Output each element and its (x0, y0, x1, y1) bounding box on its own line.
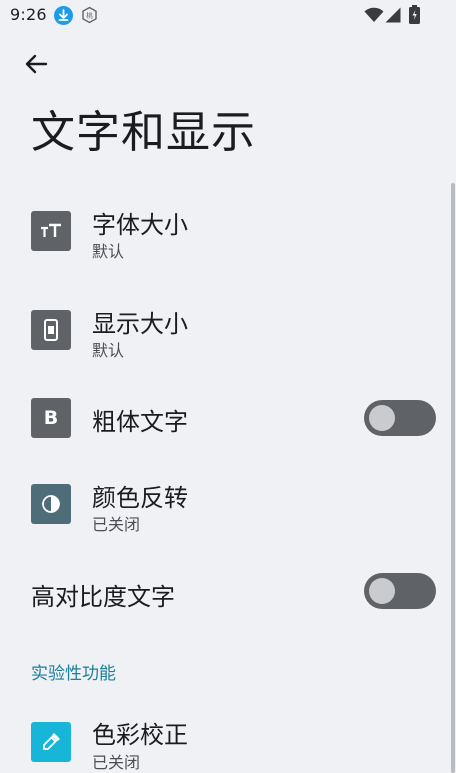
back-button[interactable] (18, 50, 54, 82)
eyedropper-icon (31, 722, 71, 762)
hexagon-badge-icon: 桃 (81, 6, 98, 24)
bold-text-icon: B (31, 398, 71, 438)
status-bar: 9:26 桃 (0, 0, 456, 32)
hexagon-badge-text: 桃 (86, 11, 93, 20)
color-correction-subtitle: 已关闭 (92, 753, 141, 772)
color-correction-title: 色彩校正 (92, 721, 188, 749)
battery-icon (409, 5, 420, 24)
color-inversion-icon (31, 484, 71, 524)
cell-signal-icon (385, 7, 401, 23)
download-icon (54, 6, 73, 25)
scrollbar[interactable] (451, 183, 455, 773)
font-size-subtitle: 默认 (92, 242, 125, 261)
font-size-item[interactable]: 字体大小 默认 (0, 190, 451, 280)
toggle-knob (369, 405, 395, 431)
display-size-item[interactable]: 显示大小 默认 (0, 290, 451, 380)
toggle-knob (369, 578, 395, 604)
font-size-title: 字体大小 (92, 211, 188, 239)
bold-text-toggle[interactable] (364, 400, 436, 436)
status-time: 9:26 (10, 5, 47, 24)
bold-text-item[interactable]: B 粗体文字 (0, 388, 451, 448)
experimental-section-header: 实验性功能 (31, 664, 116, 684)
display-size-icon (31, 310, 71, 350)
page-title: 文字和显示 (31, 107, 256, 158)
high-contrast-text-toggle[interactable] (364, 573, 436, 609)
wifi-icon (364, 7, 384, 23)
display-size-subtitle: 默认 (92, 341, 125, 360)
bold-text-title: 粗体文字 (92, 408, 188, 436)
display-size-title: 显示大小 (92, 310, 188, 338)
bold-text-icon-label: B (43, 407, 59, 429)
color-inversion-item[interactable]: 颜色反转 已关闭 (0, 466, 451, 556)
arrow-back-icon (23, 53, 49, 79)
color-inversion-title: 颜色反转 (92, 484, 188, 512)
color-correction-item[interactable]: 色彩校正 已关闭 (0, 702, 451, 773)
color-inversion-subtitle: 已关闭 (92, 515, 141, 534)
high-contrast-text-title: 高对比度文字 (31, 583, 175, 611)
font-size-icon (31, 211, 71, 251)
high-contrast-text-item[interactable]: 高对比度文字 (0, 560, 451, 620)
